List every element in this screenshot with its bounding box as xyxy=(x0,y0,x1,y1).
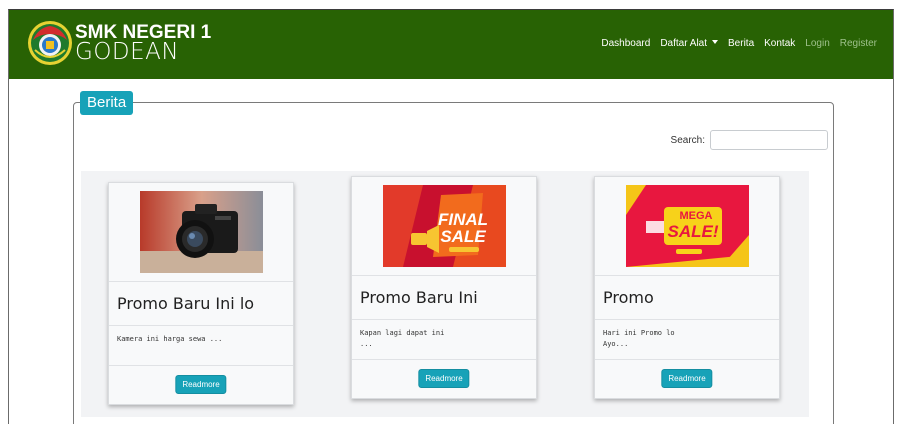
nav-dashboard[interactable]: Dashboard xyxy=(601,38,650,49)
banner-headline: MEGA xyxy=(680,210,713,222)
news-card: MEGA SALE! Promo Hari ini Promo lo Ayo..… xyxy=(594,176,780,399)
card-text: Hari ini Promo lo Ayo... xyxy=(595,320,779,360)
final-sale-banner: FINAL SALE xyxy=(383,185,506,267)
card-footer: Readmore xyxy=(595,360,779,398)
card-footer: Readmore xyxy=(352,360,536,398)
news-card: Promo Baru Ini lo Kamera ini harga sewa … xyxy=(108,182,294,405)
readmore-button[interactable]: Readmore xyxy=(175,375,227,394)
readmore-button[interactable]: Readmore xyxy=(418,369,470,388)
caret-down-icon xyxy=(712,40,719,45)
navbar: SMK NEGERI 1 GODEAN Dashboard Daftar Ala… xyxy=(9,10,893,79)
camera-photo xyxy=(140,191,263,273)
card-title: Promo Baru Ini lo xyxy=(109,282,293,326)
banner-subline: SALE! xyxy=(668,222,719,241)
card-title: Promo Baru Ini xyxy=(352,276,536,320)
card-image-area xyxy=(109,183,293,282)
nav-daftar-alat[interactable]: Daftar Alat xyxy=(660,38,719,49)
search-box: Search: xyxy=(671,130,828,150)
card-image-area: FINAL SALE xyxy=(352,177,536,276)
brand-subtitle: GODEAN xyxy=(75,38,180,65)
card-title: Promo xyxy=(595,276,779,320)
news-panel: Search: Promo Baru Ini lo Kamera ini har… xyxy=(73,102,834,424)
brand[interactable]: SMK NEGERI 1 GODEAN xyxy=(27,18,211,68)
banner-subline: SALE xyxy=(440,227,486,246)
search-input[interactable] xyxy=(710,130,828,150)
nav-berita[interactable]: Berita xyxy=(728,38,754,49)
cards-area: Promo Baru Ini lo Kamera ini harga sewa … xyxy=(81,171,809,417)
nav-menu: Dashboard Daftar Alat Berita Kontak Logi… xyxy=(591,38,877,49)
school-logo-icon xyxy=(28,21,72,65)
card-image-area: MEGA SALE! xyxy=(595,177,779,276)
mega-sale-banner: MEGA SALE! xyxy=(626,185,749,267)
nav-register[interactable]: Register xyxy=(840,38,877,49)
card-text: Kapan lagi dapat ini ... xyxy=(352,320,536,360)
nav-login[interactable]: Login xyxy=(805,38,829,49)
browser-viewport: SMK NEGERI 1 GODEAN Dashboard Daftar Ala… xyxy=(8,9,894,424)
search-label: Search: xyxy=(670,134,705,146)
nav-kontak[interactable]: Kontak xyxy=(764,38,795,49)
card-text: Kamera ini harga sewa ... xyxy=(109,326,293,366)
news-card: FINAL SALE Promo Baru Ini Kapan lagi dap… xyxy=(351,176,537,399)
nav-daftar-alat-label: Daftar Alat xyxy=(660,38,708,49)
readmore-button[interactable]: Readmore xyxy=(661,369,713,388)
section-title-badge: Berita xyxy=(80,91,134,115)
card-footer: Readmore xyxy=(109,366,293,404)
